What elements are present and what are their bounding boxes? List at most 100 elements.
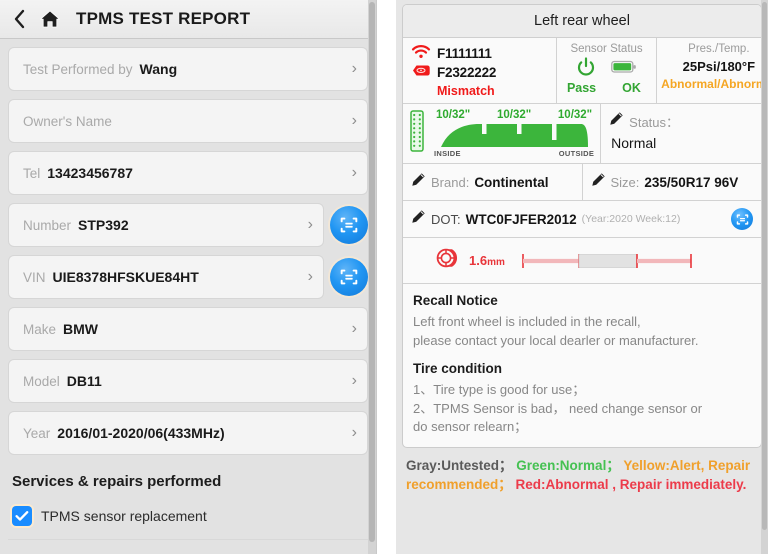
dot-date-decoded: (Year:2020 Week:12) [582, 213, 681, 225]
title-bar: TPMS TEST REPORT [0, 0, 376, 39]
color-legend: Gray:Untested； Green:Normal； Yellow:Aler… [402, 448, 762, 500]
scan-number-button[interactable] [330, 206, 368, 244]
field-label: Model [23, 374, 60, 389]
pressure-temperature-cell: Pres./Temp. 25Psi/180°F Abnormal/Abnorma… [657, 38, 762, 103]
tread-profile-graphic [439, 121, 589, 149]
field-row: Number STP392 › [8, 203, 368, 247]
brand-label: Brand: [431, 175, 469, 190]
home-icon[interactable] [38, 8, 62, 30]
legend-red: Red:Abnormal , Repair immediately. [516, 477, 747, 492]
tread-end-labels: INSIDE OUTSIDE [432, 149, 596, 158]
sensor-status-labels: Pass OK [565, 81, 649, 95]
tire-condition-heading: Tire condition [413, 361, 751, 376]
sensor-id-read: F2322222 [437, 65, 496, 80]
wheel-detail-card: Left rear wheel F1111111 [402, 4, 762, 448]
size-label: Size: [611, 175, 640, 190]
sensor-ids-cell[interactable]: F1111111 F2322222 Mismatch [403, 38, 557, 103]
field-value: 2016/01-2020/06(433MHz) [57, 425, 224, 441]
tire-condition-item: 1、Tire type is good for use； [413, 381, 751, 400]
pencil-edit-icon[interactable] [411, 209, 426, 229]
left-scrollbar-thumb[interactable] [369, 2, 375, 542]
sensor-status-header: Sensor Status [570, 43, 642, 55]
legend-gray: Gray:Untested； [406, 458, 513, 473]
field-year[interactable]: Year 2016/01-2020/06(433MHz) › [8, 411, 368, 455]
tread-and-status-row: 10/32" 10/32" 10/32" INSIDE OUTS [403, 104, 761, 164]
sensor-id-expected: F1111111 [437, 46, 492, 61]
minimum-depth-number: 1.6 [469, 253, 487, 268]
field-label: Make [23, 322, 56, 337]
field-value: STP392 [78, 217, 129, 233]
right-wheel-detail-panel: Left rear wheel F1111111 [396, 0, 768, 554]
chevron-right-icon: › [344, 373, 357, 389]
services-heading: Services & repairs performed [8, 463, 368, 490]
chevron-right-icon: › [344, 321, 357, 337]
tread-depth-labels: 10/32" 10/32" 10/32" [432, 109, 596, 121]
recall-notice-heading: Recall Notice [413, 293, 751, 308]
minimum-depth-unit: mm [487, 257, 505, 268]
pressure-temperature-value: 25Psi/180°F [683, 59, 755, 74]
service-item-tpms-sensor-replacement[interactable]: TPMS sensor replacement [8, 498, 368, 526]
size-value: 235/50R17 96V [644, 175, 738, 190]
page-title: TPMS TEST REPORT [76, 9, 250, 29]
sensor-status-icons [577, 58, 637, 80]
tire-condition-item: do sensor relearn； [413, 418, 751, 437]
right-scrollbar-thumb[interactable] [762, 2, 767, 530]
field-row: Make BMW › [8, 307, 368, 351]
brand-cell[interactable]: Brand: Continental [403, 164, 583, 200]
tire-status-header: Status： [609, 111, 755, 131]
left-panel-bottom-strip [8, 539, 368, 554]
field-number[interactable]: Number STP392 › [8, 203, 324, 247]
field-value: Wang [140, 61, 178, 77]
left-scrollbar[interactable] [368, 0, 376, 554]
chevron-right-icon: › [344, 61, 357, 77]
notice-block: Recall Notice Left front wheel is includ… [403, 284, 761, 447]
field-row: Model DB11 › [8, 359, 368, 403]
scan-dot-button[interactable] [731, 208, 753, 230]
wifi-signal-icon [411, 44, 431, 64]
field-row: Test Performed by Wang › [8, 47, 368, 91]
dot-row[interactable]: DOT: WTC0FJFER2012 (Year:2020 Week:12) [403, 201, 761, 238]
field-model[interactable]: Model DB11 › [8, 359, 368, 403]
size-cell[interactable]: Size: 235/50R17 96V [583, 164, 762, 200]
right-scrollbar[interactable] [761, 0, 768, 554]
dot-label: DOT: [431, 212, 461, 227]
brand-size-row: Brand: Continental Size: 235/50R17 96V [403, 164, 761, 201]
tpms-report-screen: TPMS TEST REPORT Test Performed by Wang … [0, 0, 768, 554]
tire-alert-icon [435, 246, 459, 275]
pencil-edit-icon[interactable] [609, 111, 624, 131]
battery-icon [611, 60, 637, 79]
tire-status-cell[interactable]: Status： Normal [601, 104, 761, 163]
field-test-performed-by[interactable]: Test Performed by Wang › [8, 47, 368, 91]
checkbox-checked-icon[interactable] [12, 506, 32, 526]
service-item-label: TPMS sensor replacement [41, 508, 207, 524]
field-row: Tel 13423456787 › [8, 151, 368, 195]
field-make[interactable]: Make BMW › [8, 307, 368, 351]
sensor-status-cell: Sensor Status [557, 38, 657, 103]
chevron-right-icon: › [344, 113, 357, 129]
tread-profile: 10/32" 10/32" 10/32" INSIDE OUTS [432, 109, 596, 158]
tread-inside-label: INSIDE [434, 149, 461, 158]
tread-depth-cell[interactable]: 10/32" 10/32" 10/32" INSIDE OUTS [403, 104, 601, 163]
tire-status-value: Normal [611, 135, 755, 151]
back-chevron-icon[interactable] [10, 8, 28, 30]
depth-range-bar [521, 250, 693, 272]
field-value: BMW [63, 321, 98, 337]
legend-green: Green:Normal； [516, 458, 620, 473]
field-row: VIN UIE8378HFSKUE84HT › [8, 255, 368, 299]
field-tel[interactable]: Tel 13423456787 › [8, 151, 368, 195]
tread-depth-gauge-icon [410, 110, 426, 157]
scan-vin-button[interactable] [330, 258, 368, 296]
recall-notice-line-1: Left front wheel is included in the reca… [413, 313, 751, 332]
battery-status-label: OK [615, 81, 649, 95]
dot-value: WTC0FJFER2012 [466, 212, 577, 227]
field-owners-name[interactable]: Owner's Name › [8, 99, 368, 143]
pencil-edit-icon[interactable] [411, 172, 426, 192]
pencil-edit-icon[interactable] [591, 172, 606, 192]
report-fields-list: Test Performed by Wang › Owner's Name › … [0, 39, 376, 554]
right-panel-bottom-strip [402, 544, 762, 554]
chevron-right-icon: › [300, 217, 313, 233]
field-vin[interactable]: VIN UIE8378HFSKUE84HT › [8, 255, 324, 299]
sensor-summary-row: F1111111 F2322222 Mismatch [403, 38, 761, 104]
field-label: Test Performed by [23, 62, 133, 77]
power-status-label: Pass [565, 81, 599, 95]
